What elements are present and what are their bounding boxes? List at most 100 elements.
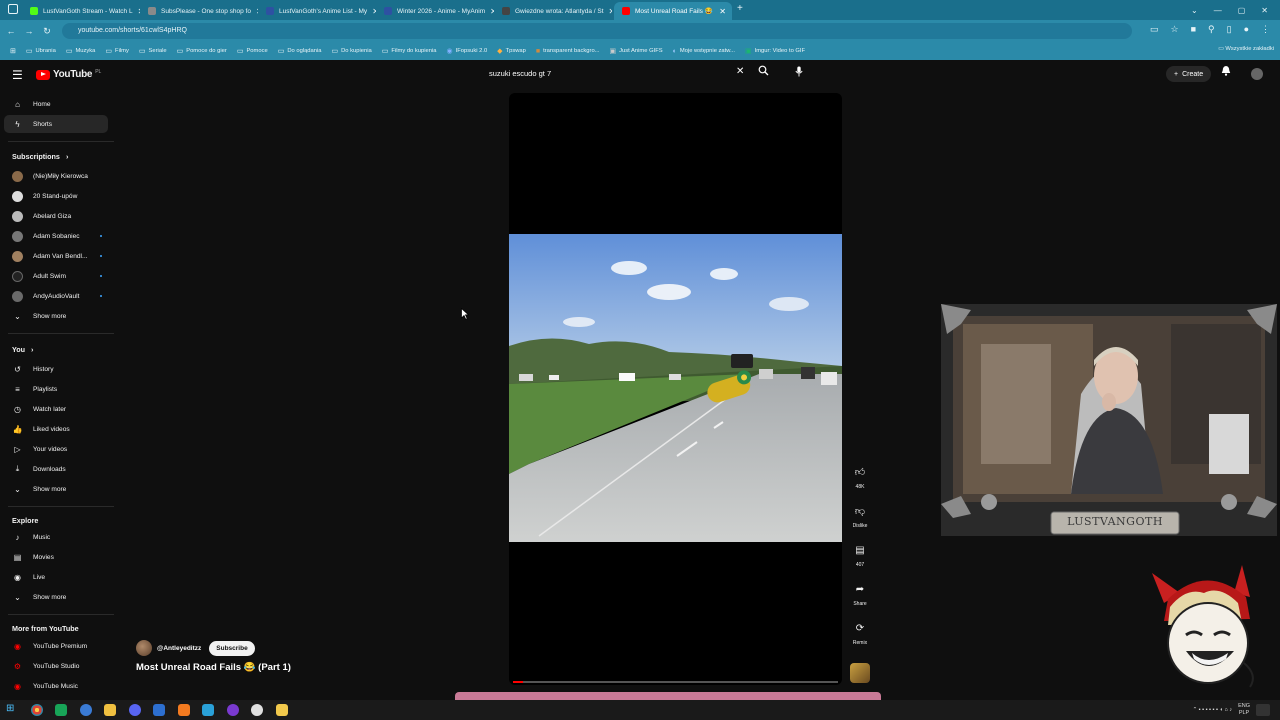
share-button[interactable]: ➦ Share	[850, 581, 870, 607]
remix-button[interactable]: ⟳ Remix	[850, 620, 870, 646]
forward-icon[interactable]: →	[20, 26, 38, 36]
windows-start-icon[interactable]: ⊞	[6, 703, 18, 715]
app-icon[interactable]	[153, 704, 165, 716]
show-more-subscriptions[interactable]: ⌄ Show more	[4, 307, 108, 325]
sidebar-item-playlists[interactable]: ≡ Playlists	[4, 380, 108, 398]
sidebar-item-downloads[interactable]: ⤓ Downloads	[4, 460, 108, 478]
bookmark-item[interactable]: ◉ IFopsuki 2.0	[442, 47, 491, 55]
next-short-preview[interactable]	[455, 692, 881, 700]
hamburger-menu-icon[interactable]: ☰	[12, 68, 23, 82]
bookmark-item[interactable]: ▭ Seriale	[135, 47, 171, 55]
browser-tab[interactable]: SubsPlease - One stop shop fo ✕	[140, 2, 258, 20]
bookmark-item[interactable]: ▭ Filmy	[101, 47, 132, 55]
telegram-icon[interactable]	[202, 704, 214, 716]
dislike-button[interactable]: 👎︎ Dislike	[850, 503, 870, 529]
sidebar-icon[interactable]: ▯	[1227, 24, 1232, 35]
sidebar-item-shorts[interactable]: ϟ Shorts	[4, 115, 108, 133]
all-bookmarks[interactable]: ▭ Wszystkie zakładki	[1218, 46, 1274, 52]
channel-name[interactable]: @Antleyeditzz	[157, 645, 201, 652]
language-indicator[interactable]: ENG PLP	[1238, 703, 1250, 716]
sidebar-item-home[interactable]: ⌂ Home	[4, 95, 108, 113]
steam-icon[interactable]	[251, 704, 263, 716]
microphone-icon[interactable]	[790, 64, 808, 82]
sidebar-item-youtube-music[interactable]: ◉ YouTube Music	[4, 677, 108, 695]
obs-icon[interactable]	[227, 704, 239, 716]
subscription-item[interactable]: Adam Sobaniec	[4, 227, 108, 245]
bookmark-item[interactable]: ▣ Just Anime GIFS	[606, 47, 667, 55]
app-icon[interactable]	[80, 704, 92, 716]
browser-tab-active[interactable]: Most Unreal Road Fails 😂 ✕	[614, 2, 732, 20]
browser-tab[interactable]: Gwiezdne wrota: Atlantyda / St ✕	[494, 2, 612, 20]
show-more-you[interactable]: ⌄ Show more	[4, 480, 108, 498]
subscription-item[interactable]: Adam Van Bendl...	[4, 247, 108, 265]
clear-search-icon[interactable]: ✕	[736, 66, 744, 77]
search-icon[interactable]	[758, 65, 769, 79]
apps-grid-icon[interactable]: ⊞	[6, 47, 20, 55]
extensions-puzzle-icon[interactable]: ⚲	[1208, 24, 1215, 35]
sound-thumbnail[interactable]	[850, 663, 870, 683]
bookmark-star-icon[interactable]: ☆	[1171, 24, 1179, 35]
youtube-logo[interactable]: YouTube PL	[36, 69, 101, 80]
sidebar-item-history[interactable]: ↺ History	[4, 360, 108, 378]
bookmark-item[interactable]: ▣ Imgur: Video to GIF	[741, 47, 809, 55]
like-button[interactable]: 👍︎ 48K	[850, 464, 870, 490]
bookmark-item[interactable]: ◐ Moje wstępnie zatw...	[669, 48, 739, 55]
bookmark-item[interactable]: ▭ Do kupienia	[328, 47, 376, 55]
show-more-explore[interactable]: ⌄ Show more	[4, 588, 108, 606]
short-title[interactable]: Most Unreal Road Fails 😂 (Part 1)	[136, 662, 291, 673]
profile-icon[interactable]: ●	[1244, 24, 1249, 35]
search-input[interactable]: suzuki escudo gt 7	[484, 66, 752, 83]
bookmark-item[interactable]: ▭ Do oglądania	[274, 47, 326, 55]
browser-tab[interactable]: Winter 2026 - Anime - MyAnim ✕	[376, 2, 494, 20]
shorts-player[interactable]	[509, 93, 842, 685]
file-explorer-icon[interactable]	[276, 704, 288, 716]
subscription-item[interactable]: Abelard Giza	[4, 207, 108, 225]
close-window-icon[interactable]: ✕	[1261, 6, 1268, 15]
address-bar[interactable]: youtube.com/shorts/61cwlS4pHRQ	[62, 23, 1132, 39]
browser-tab[interactable]: LustVanGoth's Anime List - My ✕	[258, 2, 376, 20]
subscription-item[interactable]: AndyAudioVault	[4, 287, 108, 305]
cast-icon[interactable]: ▭	[1150, 24, 1159, 35]
tab-close-icon[interactable]: ✕	[609, 7, 612, 16]
maximize-icon[interactable]: ▢	[1238, 6, 1246, 15]
account-avatar[interactable]	[1251, 68, 1263, 80]
notifications-bell-icon[interactable]	[1221, 65, 1231, 79]
chrome-icon[interactable]	[31, 704, 43, 716]
reload-icon[interactable]: ↻	[38, 26, 56, 37]
sidebar-item-movies[interactable]: ▤ Movies	[4, 548, 108, 566]
sidebar-item-live[interactable]: ◉ Live	[4, 568, 108, 586]
bookmark-item[interactable]: ■ transparent backgro...	[532, 48, 604, 55]
discord-icon[interactable]	[129, 704, 141, 716]
sidebar-item-liked-videos[interactable]: 👍 Liked videos	[4, 420, 108, 438]
spotify-icon[interactable]	[55, 704, 67, 716]
sidebar-item-music[interactable]: ♪ Music	[4, 528, 108, 546]
you-heading[interactable]: You ›	[12, 345, 33, 354]
channel-avatar[interactable]	[136, 640, 152, 656]
back-icon[interactable]: ←	[2, 26, 20, 36]
minimize-icon[interactable]: —	[1214, 6, 1222, 15]
clock-icon[interactable]	[1256, 703, 1270, 716]
menu-dots-icon[interactable]: ⋮	[1261, 24, 1270, 35]
comments-button[interactable]: ▤ 407	[850, 542, 870, 568]
tab-search-icon[interactable]	[8, 4, 18, 14]
sidebar-item-watch-later[interactable]: ◷ Watch later	[4, 400, 108, 418]
tray-icons[interactable]: ⌃ ▪ ▪ ▪ ▪ ▪ ▪ ◖ ⌂ ♪	[1193, 707, 1232, 713]
subscription-item[interactable]: Adult Swim	[4, 267, 108, 285]
video-progress-bar[interactable]	[513, 681, 838, 683]
subscription-item[interactable]: (Nie)Miły Kierowca	[4, 167, 108, 185]
new-tab-icon[interactable]: +	[737, 3, 743, 14]
subscription-item[interactable]: 20 Stand-upów	[4, 187, 108, 205]
subscriptions-heading[interactable]: Subscriptions ›	[12, 152, 68, 161]
create-button[interactable]: + Create	[1166, 66, 1212, 82]
bookmark-item[interactable]: ◆ Tpswap	[493, 47, 530, 55]
bookmark-item[interactable]: ▭ Pomoce do gier	[173, 47, 231, 55]
tab-list-icon[interactable]: ⌄	[1191, 6, 1198, 15]
app-icon[interactable]	[104, 704, 116, 716]
bookmark-item[interactable]: ▭ Pomoce	[233, 47, 272, 55]
browser-tab[interactable]: LustVanGoth Stream - Watch L ✕	[22, 2, 140, 20]
sidebar-item-youtube-studio[interactable]: ⚙ YouTube Studio	[4, 657, 108, 675]
tab-close-icon[interactable]: ✕	[719, 7, 726, 16]
sidebar-item-youtube-premium[interactable]: ◉ YouTube Premium	[4, 637, 108, 655]
bookmark-item[interactable]: ▭ Ubrania	[22, 47, 60, 55]
video-frame[interactable]	[509, 234, 842, 542]
